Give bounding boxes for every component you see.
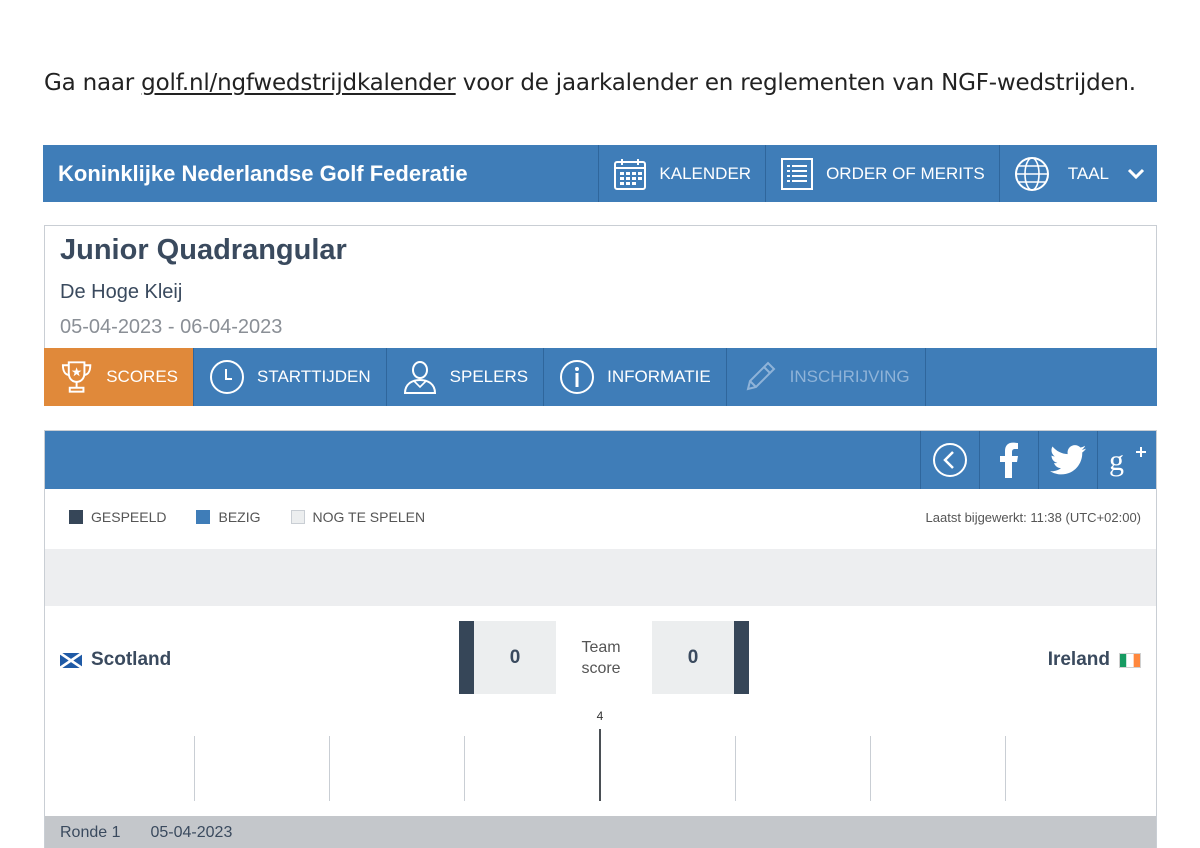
google-plus-share-button[interactable]: g <box>1097 431 1156 489</box>
tab-scores[interactable]: SCORES <box>44 348 194 406</box>
home-team-name: Scotland <box>91 649 172 670</box>
org-name[interactable]: Koninklijke Nederlandse Golf Federatie <box>43 145 598 202</box>
tab-spelers[interactable]: SPELERS <box>387 348 545 406</box>
hole-tick <box>735 736 736 801</box>
scores-panel: g GESPEELD BEZIG NOG TE SPELEN Laatst bi… <box>44 430 1157 848</box>
pencil-icon <box>746 361 776 391</box>
away-team-name: Ireland <box>1047 649 1110 670</box>
facebook-icon <box>1000 442 1018 478</box>
played-swatch <box>69 510 83 524</box>
tab-starttijden-label: STARTTIJDEN <box>257 367 371 386</box>
tab-inschrijving[interactable]: INSCHRIJVING <box>727 348 926 406</box>
event-tabs: SCORES STARTTIJDEN SPELERS INFORMATIE IN… <box>44 348 1157 406</box>
round-label: Ronde 1 <box>60 823 121 841</box>
tab-inschrijving-label: INSCHRIJVING <box>789 367 910 386</box>
top-navbar: Koninklijke Nederlandse Golf Federatie K… <box>43 145 1157 202</box>
event-dates: 05-04-2023 - 06-04-2023 <box>60 316 283 338</box>
home-team: Scotland <box>60 649 171 671</box>
hole-tick <box>870 736 871 801</box>
clock-icon <box>210 360 244 394</box>
match-header-band <box>45 549 1156 606</box>
language-label: TAAL <box>1067 163 1109 183</box>
status-legend: GESPEELD BEZIG NOG TE SPELEN <box>69 509 425 525</box>
calendar-icon <box>614 158 647 190</box>
event-title: Junior Quadrangular <box>60 234 347 266</box>
away-team: Ireland <box>1048 649 1141 671</box>
to-play-swatch <box>290 510 305 524</box>
tab-spelers-label: SPELERS <box>449 367 529 386</box>
away-score-box: 0 <box>652 621 749 694</box>
calendar-label: KALENDER <box>659 163 752 183</box>
playing-swatch <box>196 510 211 524</box>
tab-starttijden[interactable]: STARTTIJDEN <box>194 348 387 406</box>
home-score-box: 0 <box>459 621 556 694</box>
team-score-line1: Team <box>581 639 621 656</box>
info-icon <box>560 360 595 394</box>
tab-informatie[interactable]: INFORMATIE <box>544 348 727 406</box>
intro-prefix: Ga naar <box>44 70 142 96</box>
current-hole-marker: 4 <box>596 709 604 723</box>
event-venue: De Hoge Kleij <box>60 281 183 303</box>
intro-text: Ga naar golf.nl/ngfwedstrijdkalender voo… <box>44 70 1136 96</box>
back-button[interactable] <box>920 431 979 489</box>
hole-tick <box>194 736 195 801</box>
list-icon <box>781 157 814 190</box>
globe-icon <box>1014 156 1049 191</box>
round-header[interactable]: Ronde 1 05-04-2023 <box>45 816 1156 848</box>
merits-label: ORDER OF MERITS <box>826 163 985 183</box>
scotland-flag-icon <box>60 652 82 668</box>
chevron-left-icon <box>933 443 967 477</box>
legend-playing: BEZIG <box>196 509 261 525</box>
team-score-label: Team score <box>567 637 635 679</box>
panel-header: g <box>45 431 1156 489</box>
order-of-merits-nav[interactable]: ORDER OF MERITS <box>765 145 999 202</box>
calendar-nav[interactable]: KALENDER <box>598 145 765 202</box>
legend-played: GESPEELD <box>69 509 166 525</box>
player-icon <box>403 361 436 394</box>
hole-tick <box>329 736 330 801</box>
facebook-share-button[interactable] <box>979 431 1038 489</box>
language-dropdown[interactable]: TAAL <box>998 145 1157 202</box>
away-score-bar <box>734 621 749 694</box>
hole-tick <box>464 736 465 801</box>
home-score: 0 <box>474 621 556 694</box>
legend-to-play: NOG TE SPELEN <box>290 509 426 525</box>
team-score-line2: score <box>581 660 621 677</box>
away-score: 0 <box>652 621 734 694</box>
trophy-icon <box>61 361 92 393</box>
calendar-link[interactable]: golf.nl/ngfwedstrijdkalender <box>141 70 456 96</box>
last-updated: Laatst bijgewerkt: 11:38 (UTC+02:00) <box>925 510 1141 525</box>
legend-to-play-label: NOG TE SPELEN <box>312 509 426 525</box>
twitter-icon <box>1050 445 1086 475</box>
svg-text:g: g <box>1109 444 1124 477</box>
legend-playing-label: BEZIG <box>218 509 261 525</box>
intro-suffix: voor de jaarkalender en reglementen van … <box>455 70 1136 96</box>
chevron-down-icon <box>1127 168 1145 179</box>
twitter-share-button[interactable] <box>1038 431 1097 489</box>
home-score-bar <box>459 621 474 694</box>
ireland-flag-icon <box>1119 652 1141 668</box>
hole-tick-current <box>599 729 601 801</box>
google-plus-icon: g <box>1109 444 1146 477</box>
tab-informatie-label: INFORMATIE <box>607 367 711 386</box>
round-date: 05-04-2023 <box>150 823 233 841</box>
legend-played-label: GESPEELD <box>91 509 167 525</box>
hole-tick <box>1005 736 1006 801</box>
tab-scores-label: SCORES <box>106 367 178 386</box>
